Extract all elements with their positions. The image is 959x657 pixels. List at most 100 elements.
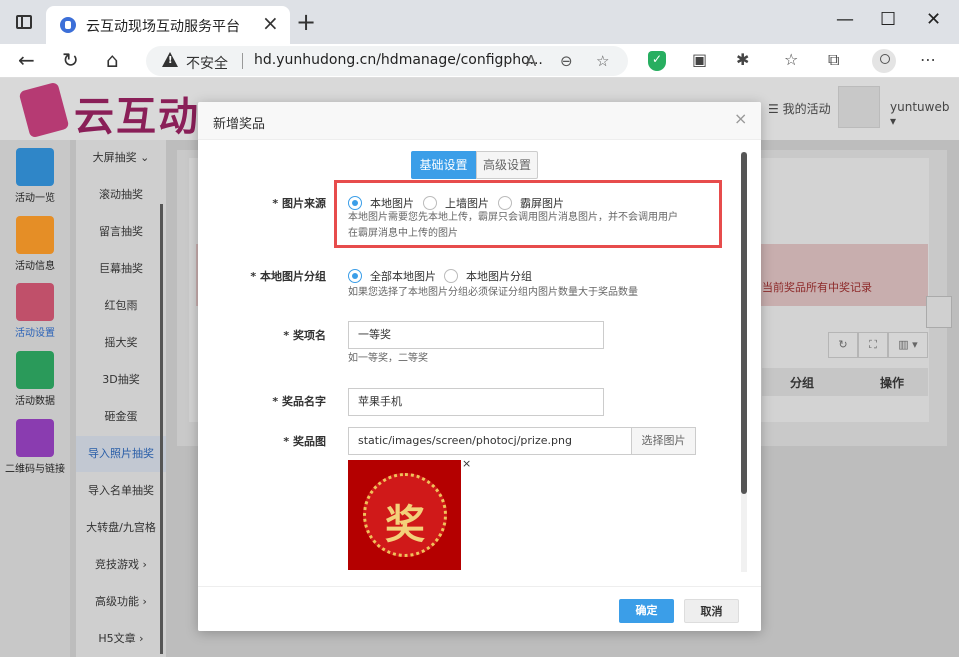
puzzle-icon[interactable]: ✱ xyxy=(736,50,749,70)
zoom-icon[interactable]: ⊖ xyxy=(560,51,573,71)
read-aloud-icon[interactable]: A xyxy=(526,51,536,71)
tab-basic[interactable]: 基础设置 xyxy=(411,151,476,179)
rail-item-info[interactable]: 活动信息 xyxy=(0,210,70,276)
favorites-icon[interactable]: ☆ xyxy=(784,50,798,70)
modal-footer: 确定 取消 xyxy=(198,586,761,631)
back-icon[interactable]: ← xyxy=(18,49,35,71)
refresh-icon[interactable]: ↻ xyxy=(62,49,79,71)
extension-icon[interactable]: ▣ xyxy=(692,50,707,70)
icon-rail: 活动一览 活动信息 活动设置 活动数据 二维码与链接 xyxy=(0,140,70,657)
logo-phone-icon xyxy=(18,81,70,139)
browser-tab[interactable]: 云互动现场互动服务平台 × xyxy=(46,6,290,44)
alert-text: 当前奖品所有中奖记录 xyxy=(762,281,872,294)
prize-image-input[interactable]: static/images/screen/photocj/prize.png xyxy=(348,427,632,455)
qr-side-icon[interactable] xyxy=(926,296,952,328)
insecure-label: 不安全 xyxy=(186,56,228,72)
rail-label: 二维码与链接 xyxy=(5,464,65,475)
menu-item[interactable]: 摇大奖 xyxy=(76,325,166,361)
prize-char: 奖 xyxy=(385,502,425,548)
address-bar[interactable]: 不安全 hd.yunhudong.cn/hdmanage/configpho..… xyxy=(146,46,628,76)
collections-icon[interactable]: ⧉ xyxy=(828,50,839,70)
home-icon[interactable]: ⌂ xyxy=(106,49,119,71)
my-activity-link[interactable]: ☰ 我的活动 xyxy=(768,100,831,117)
radio-all-local-label: 全部本地图片 xyxy=(370,270,436,283)
remove-image-icon[interactable]: × xyxy=(462,457,471,470)
add-prize-modal: 新增奖品 × 基础设置 高级设置 * 图片来源 本地图片 上墙图片 霸屏图片 本… xyxy=(198,102,761,631)
modal-title: 新增奖品 xyxy=(213,117,266,132)
radio-local[interactable] xyxy=(348,196,362,210)
radio-screen[interactable] xyxy=(498,196,512,210)
confirm-button[interactable]: 确定 xyxy=(619,599,674,623)
menu-item[interactable]: H5文章 › xyxy=(76,621,166,657)
col-group: 分组 xyxy=(790,376,815,390)
radio-wall-label: 上墙图片 xyxy=(445,197,489,210)
tab-advanced[interactable]: 高级设置 xyxy=(476,151,538,179)
image-source-help-1: 本地图片需要您先本地上传，霸屏只会调用图片消息图片，并不会调用用户 xyxy=(348,212,678,223)
prize-name-input[interactable]: 苹果手机 xyxy=(348,388,604,416)
columns-button[interactable]: ▥ ▾ xyxy=(888,332,928,358)
menu-item[interactable]: 高级功能 › xyxy=(76,584,166,620)
menu-item[interactable]: 3D抽奖 xyxy=(76,362,166,398)
menu-scrollbar[interactable] xyxy=(160,204,163,654)
tab-title: 云互动现场互动服务平台 xyxy=(86,19,240,35)
grid-icon xyxy=(16,148,54,186)
profile-icon[interactable] xyxy=(872,49,896,73)
menu-item[interactable]: 导入名单抽奖 xyxy=(76,473,166,509)
minimize-icon[interactable]: — xyxy=(836,10,854,30)
menu-item[interactable]: 砸金蛋 xyxy=(76,399,166,435)
menu-item[interactable]: 竞技游戏 › xyxy=(76,547,166,583)
site-logo: 云互动 xyxy=(74,94,200,140)
username-menu[interactable]: yuntuweb ▾ xyxy=(890,100,959,128)
shield-icon[interactable] xyxy=(648,51,666,71)
window-close-icon[interactable]: ✕ xyxy=(926,10,941,30)
avatar[interactable] xyxy=(838,86,880,128)
image-source-label: * 图片来源 xyxy=(272,197,326,210)
cancel-button[interactable]: 取消 xyxy=(684,599,739,623)
radio-local-group-label: 本地图片分组 xyxy=(466,270,532,283)
menu-item[interactable]: 滚动抽奖 xyxy=(76,177,166,213)
prize-badge-icon: 奖 xyxy=(363,473,447,557)
menu-item[interactable]: 大屏抽奖 ⌄ xyxy=(76,140,166,176)
rail-item-data[interactable]: 活动数据 xyxy=(0,345,70,411)
rail-label: 活动一览 xyxy=(15,193,55,204)
modal-scrollbar[interactable] xyxy=(741,152,747,572)
menu-item[interactable]: 大转盘/九宫格 xyxy=(76,510,166,546)
menu-item-active[interactable]: 导入照片抽奖 xyxy=(76,436,166,472)
rail-label: 活动设置 xyxy=(15,328,55,339)
image-group-label: * 本地图片分组 xyxy=(250,270,326,283)
prize-name-label: * 奖品名字 xyxy=(272,395,326,408)
prize-tier-input[interactable]: 一等奖 xyxy=(348,321,604,349)
modal-body: 基础设置 高级设置 * 图片来源 本地图片 上墙图片 霸屏图片 本地图片需要您先… xyxy=(198,140,761,580)
image-source-help-2: 在霸屏消息中上传的图片 xyxy=(348,228,458,239)
tab-actions-icon[interactable] xyxy=(16,15,32,29)
rail-item-overview[interactable]: 活动一览 xyxy=(0,142,70,208)
fullscreen-button[interactable]: ⛶ xyxy=(858,332,888,358)
address-separator xyxy=(242,53,243,69)
radio-local-label: 本地图片 xyxy=(370,197,414,210)
maximize-icon[interactable]: ☐ xyxy=(880,10,896,30)
rail-item-qrcode[interactable]: 二维码与链接 xyxy=(0,413,70,479)
modal-close-icon[interactable]: × xyxy=(734,110,747,128)
menu-item[interactable]: 红包雨 xyxy=(76,288,166,324)
tab-close-icon[interactable]: × xyxy=(262,13,279,33)
url-text: hd.yunhudong.cn/hdmanage/configpho... xyxy=(254,52,543,68)
new-tab-icon[interactable]: + xyxy=(296,10,316,34)
refresh-table-button[interactable]: ↻ xyxy=(828,332,858,358)
gear-icon xyxy=(16,283,54,321)
radio-wall[interactable] xyxy=(423,196,437,210)
radio-local-group[interactable] xyxy=(444,269,458,283)
table-header: 分组 操作 xyxy=(762,368,928,396)
radio-all-local[interactable] xyxy=(348,269,362,283)
address-toolbar: ← ↻ ⌂ 不安全 hd.yunhudong.cn/hdmanage/confi… xyxy=(0,44,959,78)
prize-image-preview: 奖 xyxy=(348,460,461,570)
warning-icon xyxy=(162,52,178,67)
database-icon xyxy=(16,351,54,389)
browser-tab-bar: 云互动现场互动服务平台 × + — ☐ ✕ xyxy=(0,0,959,44)
pick-image-button[interactable]: 选择图片 xyxy=(631,427,696,455)
modal-scroll-thumb[interactable] xyxy=(741,152,747,494)
menu-item[interactable]: 巨幕抽奖 xyxy=(76,251,166,287)
rail-item-settings[interactable]: 活动设置 xyxy=(0,277,70,343)
favorite-add-icon[interactable]: ☆ xyxy=(596,51,609,71)
menu-item[interactable]: 留言抽奖 xyxy=(76,214,166,250)
more-icon[interactable]: ⋯ xyxy=(920,50,936,70)
